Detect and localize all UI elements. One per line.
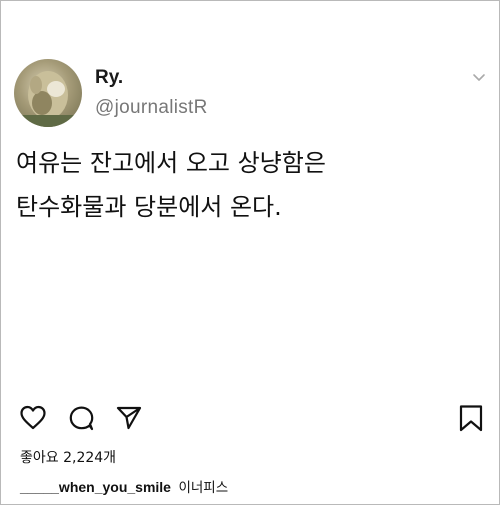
caption-username[interactable]: _____when_you_smile: [20, 479, 171, 495]
caption-text: 이너피스: [178, 480, 229, 496]
bookmark-icon[interactable]: [457, 404, 485, 432]
share-icon[interactable]: [115, 404, 143, 432]
likes-count[interactable]: 좋아요 2,224개: [20, 447, 116, 467]
post-card: Ry. @journalistR 여유는 잔고에서 오고 상냥함은 탄수화물과 …: [0, 0, 500, 505]
post-text: 여유는 잔고에서 오고 상냥함은 탄수화물과 당분에서 온다.: [16, 141, 486, 229]
avatar-image: [14, 71, 82, 127]
author-handle[interactable]: @journalistR: [95, 97, 208, 119]
chevron-down-icon[interactable]: [471, 69, 487, 81]
post-text-line: 탄수화물과 당분에서 온다.: [16, 193, 282, 221]
profile-avatar[interactable]: [14, 59, 82, 127]
comment-icon[interactable]: [67, 404, 95, 432]
post-text-line: 여유는 잔고에서 오고 상냥함은: [16, 149, 326, 177]
author-name[interactable]: Ry.: [95, 67, 123, 89]
caption: _____when_you_smile 이너피스: [20, 476, 228, 496]
heart-icon[interactable]: [19, 404, 47, 432]
